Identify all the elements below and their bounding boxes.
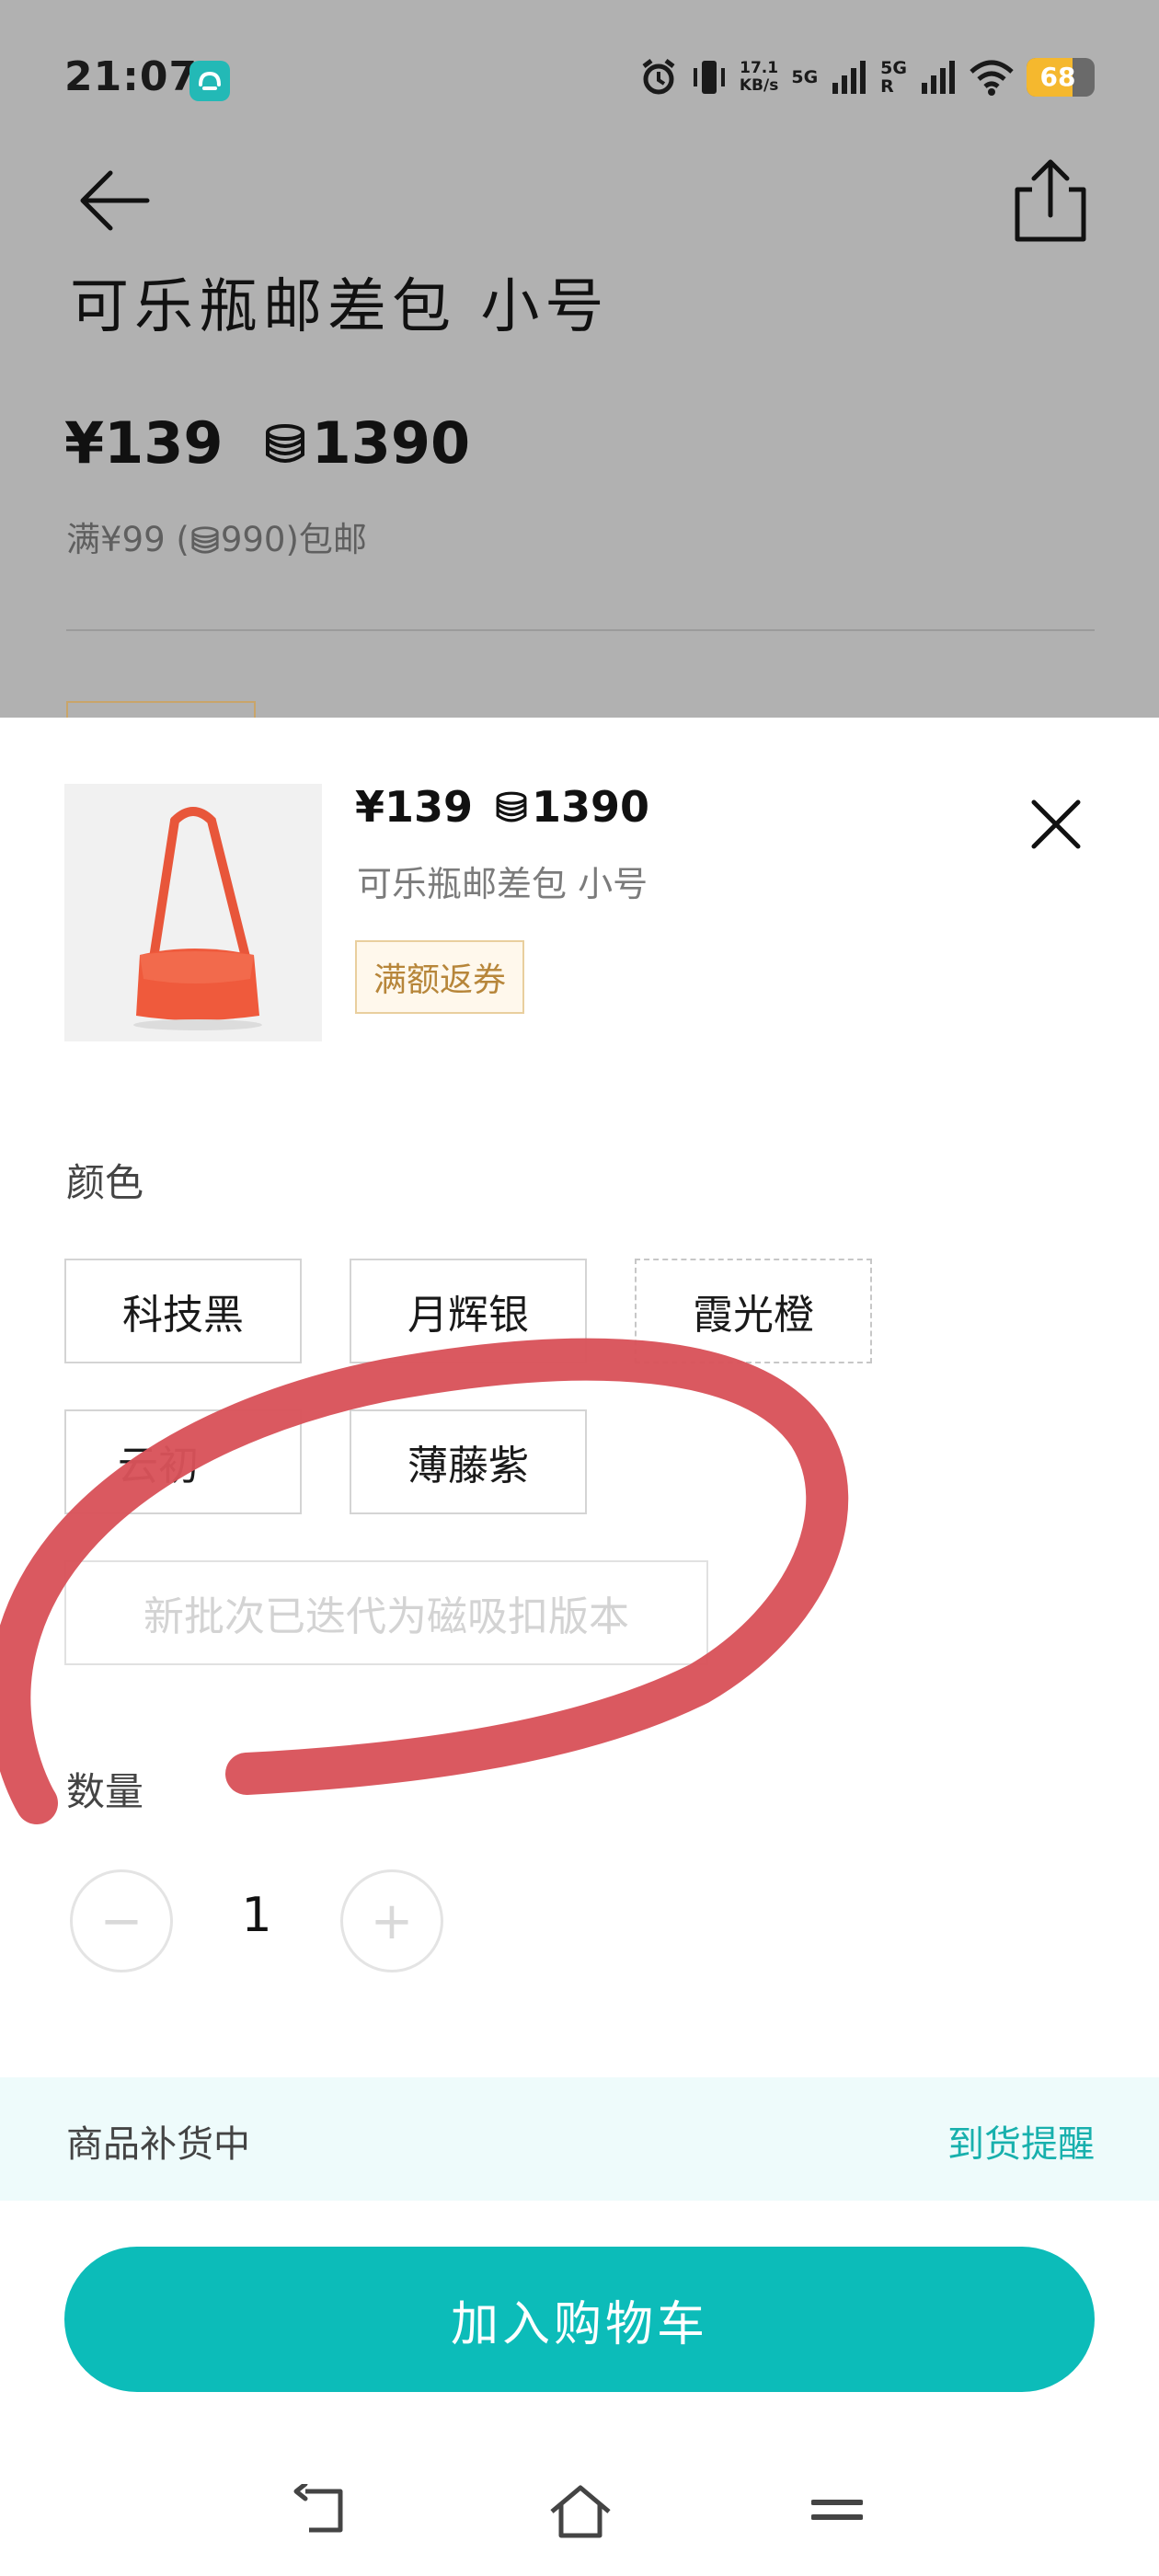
system-nav-bar [0,2438,1159,2576]
restock-status: 商品补货中 [66,2123,250,2166]
promo-tag: 满额返券 [355,940,525,1014]
net-label-1: 5G [791,67,819,87]
nav-back-icon[interactable] [293,2484,351,2539]
color-option-moon-silver[interactable]: 月辉银 [350,1259,587,1363]
sheet-price: ¥139 [355,782,474,832]
color-option-new-batch: 新批次已迭代为磁吸扣版本 [64,1560,708,1665]
arrow-left-icon[interactable] [75,162,153,239]
coin-stack-icon [265,423,304,463]
shipping-suffix: 990)包邮 [220,520,367,559]
product-title: 可乐瓶邮差包 小号 [70,273,610,341]
price-value: ¥139 [64,409,224,477]
close-icon[interactable] [1025,793,1087,856]
shipping-prefix: 满¥99 ( [66,520,189,559]
color-section-label: 颜色 [66,1160,144,1205]
alarm-icon [642,59,675,95]
battery-level: 68 [1039,62,1076,92]
color-option-cloud[interactable]: 云初 [64,1409,302,1514]
speed-unit: KB/s [739,76,779,95]
quantity-value[interactable]: 1 [234,1888,280,1943]
signal-5g-1: 5G [791,68,818,86]
sheet-product-name: 可乐瓶邮差包 小号 [357,864,648,904]
plus-icon: + [370,1891,414,1951]
minus-icon: − [99,1891,143,1951]
speed-value: 17.1 [740,59,779,77]
nav-menu-icon[interactable] [811,2484,863,2539]
quantity-decrement-button[interactable]: − [70,1869,173,1972]
nav-home-icon[interactable] [548,2484,613,2539]
add-to-cart-button[interactable]: 加入购物车 [64,2247,1095,2392]
coin-stack-icon [496,791,527,822]
divider [66,629,1095,631]
color-option-tech-black[interactable]: 科技黑 [64,1259,302,1363]
color-option-sunset-orange[interactable]: 霞光橙 [635,1259,872,1363]
sku-selection-sheet: ¥139 1390 可乐瓶邮差包 小号 满额返券 颜色 科技黑 月辉银 霞光橙 … [0,718,1159,2576]
signal-bars-icon [832,61,866,94]
shipping-note: 满¥99 ( 990)包邮 [66,512,367,561]
restock-bar: 商品补货中 到货提醒 [0,2077,1159,2201]
color-option-wisteria-purple[interactable]: 薄藤紫 [350,1409,587,1514]
signal-5g-2: 5G R [880,59,907,96]
quantity-increment-button[interactable]: + [340,1869,443,1972]
vibrate-icon [693,61,725,94]
wifi-icon [970,60,1014,96]
sheet-points: 1390 [532,782,650,832]
share-icon[interactable] [1012,158,1089,243]
net-label-2: 5G [880,58,907,78]
coin-stack-icon [191,526,219,554]
app-notification-icon [189,61,230,101]
status-time: 21:07 [64,53,199,100]
points-value: 1390 [311,409,471,477]
signal-bars-icon [922,61,955,94]
background-page: 21:07 17.1 KB/s 5G 5G R 68 可乐瓶邮差包 小号 ¥13… [0,0,1159,718]
price-row: ¥139 1390 [64,409,470,477]
quantity-section-label: 数量 [66,1769,144,1814]
product-thumbnail [64,784,322,1041]
status-icons: 17.1 KB/s 5G 5G R 68 [638,53,1095,101]
network-speed: 17.1 KB/s [740,60,778,95]
color-option-cloud-label: 云初 [118,1443,199,1489]
status-bar: 21:07 17.1 KB/s 5G 5G R 68 [0,0,1159,156]
tag-peek [66,701,256,718]
restock-reminder-link[interactable]: 到货提醒 [947,2114,1095,2168]
battery-indicator: 68 [1027,58,1095,97]
sheet-price-row: ¥139 1390 [355,782,649,832]
roaming-label: R [880,76,894,97]
